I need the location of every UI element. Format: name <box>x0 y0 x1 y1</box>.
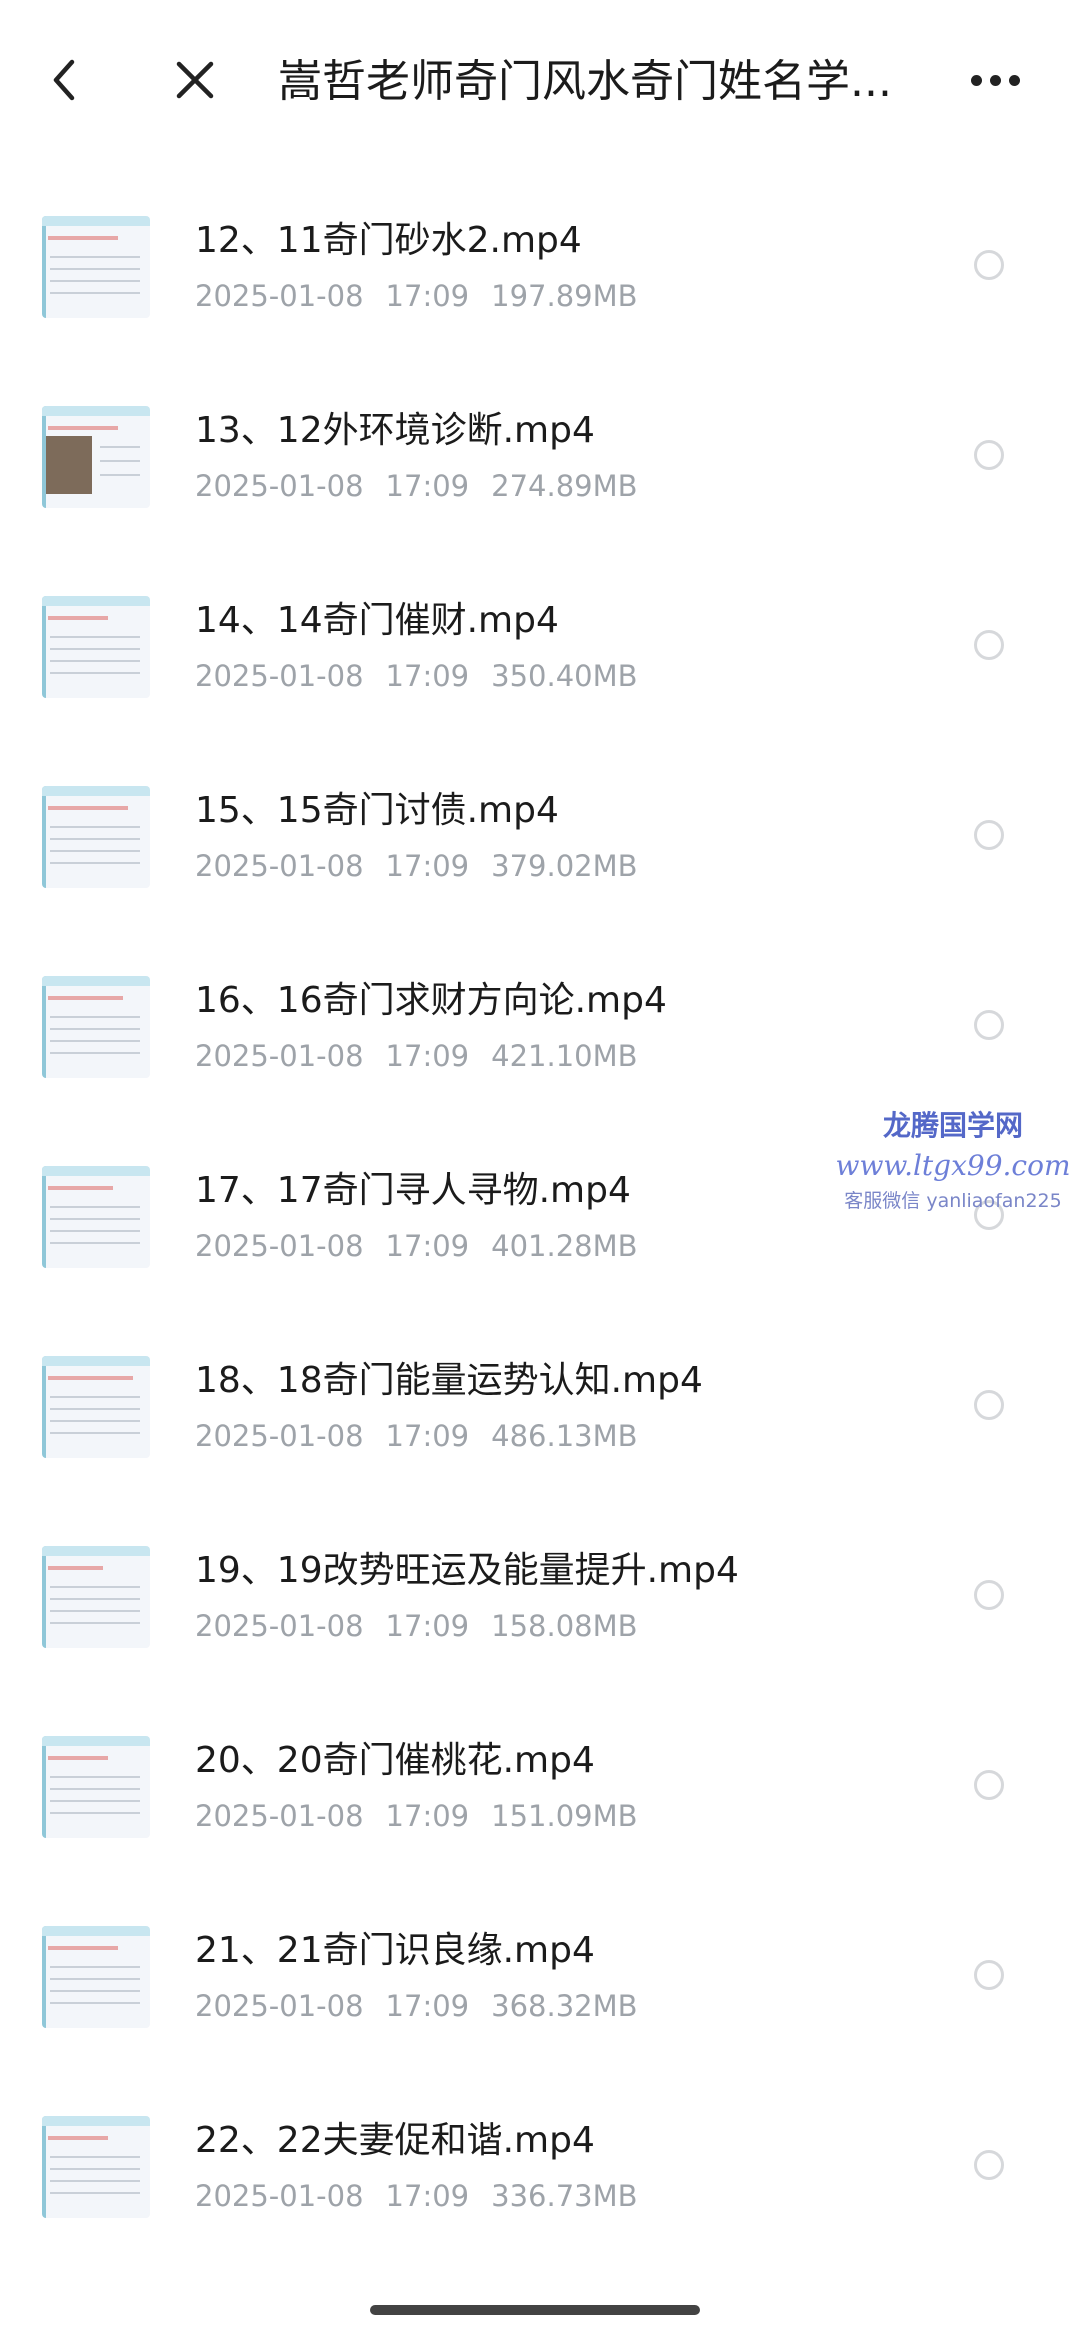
file-size: 274.89MB <box>491 469 638 503</box>
file-date: 2025-01-08 <box>195 1039 364 1073</box>
back-button[interactable] <box>40 44 88 116</box>
select-radio[interactable] <box>974 440 1004 470</box>
file-date: 2025-01-08 <box>195 1989 364 2023</box>
select-radio[interactable] <box>974 250 1004 280</box>
file-meta: 2025-01-08 17:09 379.02MB <box>195 846 660 886</box>
file-time: 17:09 <box>385 1039 470 1073</box>
file-name: 19、19改势旺运及能量提升.mp4 <box>195 1550 739 1591</box>
file-meta: 2025-01-08 17:09 336.73MB <box>195 2176 660 2216</box>
file-name: 13、12外环境诊断.mp4 <box>195 410 595 451</box>
file-meta: 2025-01-08 17:09 421.10MB <box>195 1036 660 1076</box>
file-name: 18、18奇门能量运势认知.mp4 <box>195 1360 703 1401</box>
page-title: 嵩哲老师奇门风水奇门姓名学... <box>278 56 892 107</box>
video-thumbnail <box>42 976 150 1078</box>
file-name: 14、14奇门催财.mp4 <box>195 600 559 641</box>
file-size: 197.89MB <box>491 279 638 313</box>
file-time: 17:09 <box>385 659 470 693</box>
select-radio[interactable] <box>974 1960 1004 1990</box>
video-thumbnail <box>42 1356 150 1458</box>
file-meta: 2025-01-08 17:09 350.40MB <box>195 656 660 696</box>
select-radio[interactable] <box>974 1390 1004 1420</box>
video-thumbnail <box>42 216 150 318</box>
select-radio[interactable] <box>974 1200 1004 1230</box>
file-size: 368.32MB <box>491 1989 638 2023</box>
file-row[interactable]: 22、22夫妻促和谐.mp4 2025-01-08 17:09 336.73MB <box>0 2070 1080 2260</box>
file-meta: 2025-01-08 17:09 486.13MB <box>195 1416 660 1456</box>
file-date: 2025-01-08 <box>195 469 364 503</box>
file-size: 336.73MB <box>491 2179 638 2213</box>
video-thumbnail <box>42 1166 150 1268</box>
file-row[interactable]: 14、14奇门催财.mp4 2025-01-08 17:09 350.40MB <box>0 550 1080 740</box>
file-time: 17:09 <box>385 1989 470 2023</box>
file-row[interactable]: 13、12外环境诊断.mp4 2025-01-08 17:09 274.89MB <box>0 360 1080 550</box>
file-list: 12、11奇门砂水2.mp4 2025-01-08 17:09 197.89MB 1… <box>0 170 1080 2260</box>
file-size: 379.02MB <box>491 849 638 883</box>
file-row[interactable]: 17、17奇门寻人寻物.mp4 2025-01-08 17:09 401.28MB <box>0 1120 1080 1310</box>
file-size: 151.09MB <box>491 1799 638 1833</box>
back-arrow-icon <box>53 59 75 101</box>
file-time: 17:09 <box>385 1609 470 1643</box>
file-meta: 2025-01-08 17:09 274.89MB <box>195 466 660 506</box>
video-thumbnail <box>42 2116 150 2218</box>
video-thumbnail <box>42 1926 150 2028</box>
file-name: 16、16奇门求财方向论.mp4 <box>195 980 667 1021</box>
close-button[interactable] <box>165 44 225 116</box>
file-meta: 2025-01-08 17:09 158.08MB <box>195 1606 660 1646</box>
select-radio[interactable] <box>974 2150 1004 2180</box>
select-radio[interactable] <box>974 1580 1004 1610</box>
file-meta: 2025-01-08 17:09 368.32MB <box>195 1986 660 2026</box>
file-row[interactable]: 19、19改势旺运及能量提升.mp4 2025-01-08 17:09 158.08… <box>0 1500 1080 1690</box>
file-name: 22、22夫妻促和谐.mp4 <box>195 2120 595 2161</box>
file-size: 421.10MB <box>491 1039 638 1073</box>
file-size: 401.28MB <box>491 1229 638 1263</box>
home-indicator[interactable] <box>370 2305 700 2315</box>
file-row[interactable]: 12、11奇门砂水2.mp4 2025-01-08 17:09 197.89MB <box>0 170 1080 360</box>
file-meta: 2025-01-08 17:09 197.89MB <box>195 276 660 316</box>
more-horizontal-icon <box>967 74 1024 86</box>
video-thumbnail <box>42 406 150 508</box>
file-date: 2025-01-08 <box>195 1229 364 1263</box>
file-date: 2025-01-08 <box>195 849 364 883</box>
video-thumbnail <box>42 1546 150 1648</box>
file-name: 15、15奇门讨债.mp4 <box>195 790 559 831</box>
file-meta: 2025-01-08 17:09 401.28MB <box>195 1226 660 1266</box>
file-size: 486.13MB <box>491 1419 638 1453</box>
file-name: 17、17奇门寻人寻物.mp4 <box>195 1170 631 1211</box>
file-row[interactable]: 20、20奇门催桃花.mp4 2025-01-08 17:09 151.09MB <box>0 1690 1080 1880</box>
file-name: 12、11奇门砂水2.mp4 <box>195 220 582 261</box>
select-radio[interactable] <box>974 820 1004 850</box>
file-size: 158.08MB <box>491 1609 638 1643</box>
file-date: 2025-01-08 <box>195 1419 364 1453</box>
select-radio[interactable] <box>974 630 1004 660</box>
file-size: 350.40MB <box>491 659 638 693</box>
file-time: 17:09 <box>385 469 470 503</box>
file-meta: 2025-01-08 17:09 151.09MB <box>195 1796 660 1836</box>
file-time: 17:09 <box>385 2179 470 2213</box>
file-time: 17:09 <box>385 279 470 313</box>
top-bar: 嵩哲老师奇门风水奇门姓名学... <box>0 0 1080 160</box>
file-date: 2025-01-08 <box>195 279 364 313</box>
file-row[interactable]: 21、21奇门识良缘.mp4 2025-01-08 17:09 368.32MB <box>0 1880 1080 2070</box>
video-thumbnail <box>42 1736 150 1838</box>
file-name: 21、21奇门识良缘.mp4 <box>195 1930 595 1971</box>
close-icon <box>176 61 214 99</box>
file-date: 2025-01-08 <box>195 659 364 693</box>
file-date: 2025-01-08 <box>195 2179 364 2213</box>
more-button[interactable] <box>960 52 1030 108</box>
select-radio[interactable] <box>974 1770 1004 1800</box>
select-radio[interactable] <box>974 1010 1004 1040</box>
file-row[interactable]: 15、15奇门讨债.mp4 2025-01-08 17:09 379.02MB <box>0 740 1080 930</box>
file-time: 17:09 <box>385 1799 470 1833</box>
file-row[interactable]: 16、16奇门求财方向论.mp4 2025-01-08 17:09 421.10MB <box>0 930 1080 1120</box>
file-time: 17:09 <box>385 1419 470 1453</box>
video-thumbnail <box>42 596 150 698</box>
file-time: 17:09 <box>385 1229 470 1263</box>
video-thumbnail <box>42 786 150 888</box>
file-date: 2025-01-08 <box>195 1799 364 1833</box>
file-time: 17:09 <box>385 849 470 883</box>
file-date: 2025-01-08 <box>195 1609 364 1643</box>
file-row[interactable]: 18、18奇门能量运势认知.mp4 2025-01-08 17:09 486.13M… <box>0 1310 1080 1500</box>
file-name: 20、20奇门催桃花.mp4 <box>195 1740 595 1781</box>
